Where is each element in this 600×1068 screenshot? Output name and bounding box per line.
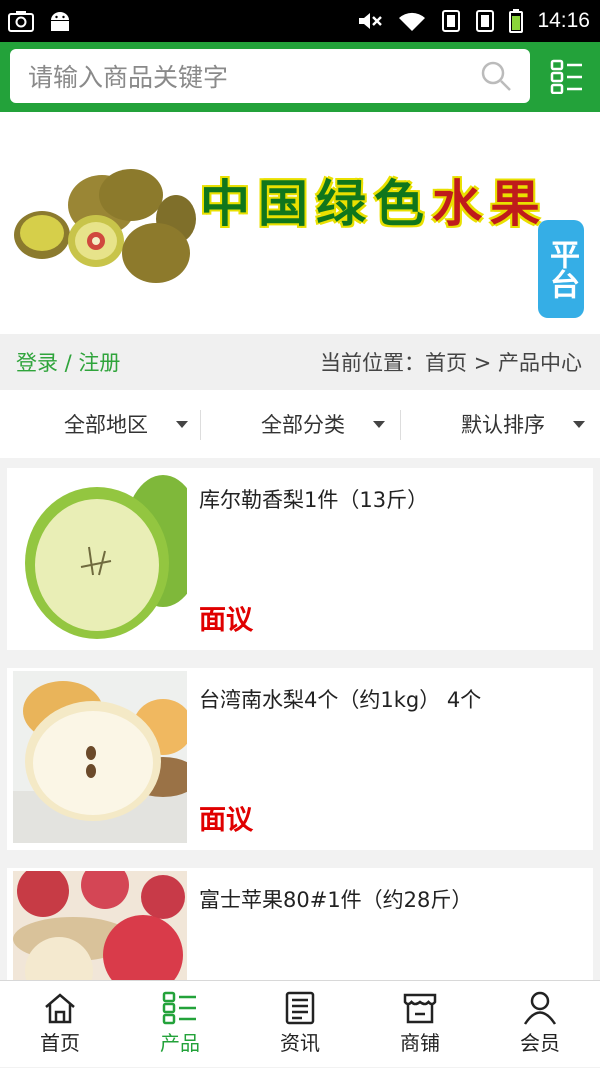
status-time: 14:16: [537, 9, 590, 32]
nav-stores-label: 商铺: [400, 1031, 440, 1055]
sim-1-icon: [442, 10, 461, 32]
caret-down-icon: [373, 420, 385, 428]
wifi-icon: [399, 12, 426, 31]
user-icon: [523, 991, 557, 1025]
nav-home[interactable]: 首页: [0, 981, 120, 1067]
login-register-link[interactable]: 登录 / 注册: [16, 347, 120, 377]
store-icon: [403, 993, 437, 1024]
filter-category[interactable]: 全部分类: [200, 390, 400, 458]
news-icon: [285, 991, 315, 1025]
mute-icon: [359, 13, 383, 29]
pear-image: [25, 475, 187, 639]
filter-region[interactable]: 全部地区: [0, 390, 200, 458]
product-name: 库尔勒香梨1件（13斤）: [199, 488, 429, 512]
product-card[interactable]: 台湾南水梨4个（约1kg） 4个 面议: [7, 668, 593, 850]
filter-region-label: 全部地区: [64, 413, 148, 437]
filter-bar: 全部地区 全部分类 默认排序: [0, 390, 600, 458]
filter-sort-label: 默认排序: [461, 413, 545, 437]
product-image[interactable]: [13, 671, 187, 843]
android-icon: [51, 12, 69, 31]
nav-news-label: 资讯: [280, 1031, 320, 1055]
banner-tag: 平台: [538, 220, 584, 318]
nav-stores[interactable]: 商铺: [360, 981, 480, 1067]
product-name: 富士苹果80#1件（约28斤）: [199, 888, 473, 912]
product-list: 库尔勒香梨1件（13斤） 面议 台湾南水梨4个（约1kg） 4个 面议 富士苹果…: [7, 468, 593, 1068]
nav-home-label: 首页: [40, 1031, 80, 1055]
filter-sort[interactable]: 默认排序: [400, 390, 600, 458]
product-image[interactable]: [13, 471, 187, 643]
screenshot-icon: [8, 11, 34, 32]
caret-down-icon: [176, 420, 188, 428]
battery-icon: [509, 9, 524, 33]
product-card[interactable]: 库尔勒香梨1件（13斤） 面议: [7, 468, 593, 650]
nav-products-label: 产品: [160, 1031, 200, 1055]
nav-member-label: 会员: [520, 1031, 560, 1055]
banner-title: 中国绿色水果: [200, 174, 548, 233]
product-name: 台湾南水梨4个（约1kg） 4个: [199, 688, 482, 712]
search-icon[interactable]: [480, 60, 512, 92]
kiwi-fruit-image: [14, 169, 196, 283]
user-bar: 登录 / 注册 当前位置：首页 > 产品中心: [0, 334, 600, 390]
search-box[interactable]: 请输入商品关键字: [10, 49, 530, 103]
top-bar: 请输入商品关键字: [0, 42, 600, 112]
caret-down-icon: [573, 420, 585, 428]
category-menu-icon[interactable]: [550, 58, 584, 94]
status-bar: 14:16: [0, 0, 600, 42]
product-price: 面议: [199, 605, 253, 636]
banner[interactable]: 中国绿色水果 平台: [0, 112, 600, 334]
breadcrumb: 当前位置：首页 > 产品中心: [320, 351, 582, 375]
nav-news[interactable]: 资讯: [240, 981, 360, 1067]
list-icon: [162, 991, 196, 1025]
sim-2-icon: [476, 10, 495, 32]
filter-category-label: 全部分类: [261, 413, 345, 437]
product-price: 面议: [199, 805, 253, 836]
search-input[interactable]: 请输入商品关键字: [28, 58, 480, 94]
bottom-nav: 首页 产品 资讯 商铺 会员: [0, 980, 600, 1067]
home-icon: [45, 993, 75, 1024]
asian-pear-image: [13, 681, 187, 843]
nav-member[interactable]: 会员: [480, 981, 600, 1067]
nav-products[interactable]: 产品: [120, 981, 240, 1067]
